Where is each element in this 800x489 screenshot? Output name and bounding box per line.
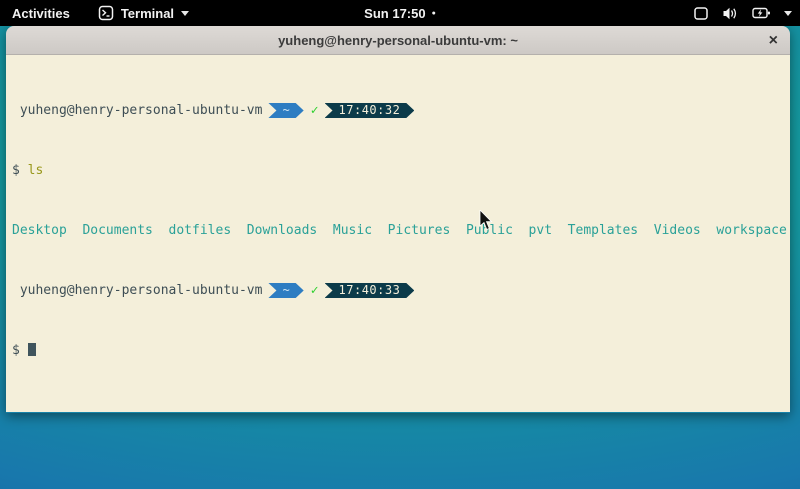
terminal-app-icon: [98, 5, 114, 21]
prompt-symbol: $: [12, 163, 28, 178]
prompt-path-segment: ~: [268, 283, 303, 298]
prompt-time-segment: 17:40:33: [325, 283, 415, 298]
prompt-time-segment: 17:40:32: [325, 103, 415, 118]
prompt-path-segment: ~: [268, 103, 303, 118]
directory-name: dotfiles: [169, 223, 232, 238]
battery-charging-icon: [752, 6, 771, 20]
prompt-line: yuheng@henry-personal-ubuntu-vm ~ ✓ 17:4…: [12, 103, 790, 118]
clock-menu[interactable]: Sun 17:50 ●: [364, 6, 436, 21]
directory-name: Desktop: [12, 223, 67, 238]
app-menu-label: Terminal: [121, 6, 174, 21]
command-line-current: $: [12, 343, 790, 358]
prompt-user: yuheng@henry-personal-ubuntu-vm: [12, 283, 262, 298]
directory-name: pvt: [529, 223, 552, 238]
prompt-symbol: $: [12, 343, 20, 358]
terminal-content[interactable]: yuheng@henry-personal-ubuntu-vm ~ ✓ 17:4…: [6, 55, 790, 412]
display-icon: [693, 6, 709, 21]
directory-name: Videos: [654, 223, 701, 238]
directory-name: Pictures: [388, 223, 451, 238]
chevron-down-icon: [784, 11, 792, 16]
window-title: yuheng@henry-personal-ubuntu-vm: ~: [278, 33, 518, 48]
check-icon: ✓: [311, 103, 319, 118]
terminal-window: yuheng@henry-personal-ubuntu-vm: ~ × yuh…: [6, 26, 790, 413]
app-menu-terminal[interactable]: Terminal: [98, 5, 189, 21]
close-icon[interactable]: ×: [769, 26, 778, 55]
system-tray-menu[interactable]: [693, 6, 792, 21]
volume-icon: [722, 6, 739, 21]
check-icon: ✓: [311, 283, 319, 298]
command-text: ls: [28, 163, 44, 178]
activities-button[interactable]: Activities: [12, 6, 70, 21]
window-titlebar[interactable]: yuheng@henry-personal-ubuntu-vm: ~ ×: [6, 26, 790, 55]
terminal-cursor: [28, 343, 36, 356]
prompt-line: yuheng@henry-personal-ubuntu-vm ~ ✓ 17:4…: [12, 283, 790, 298]
top-bar: Activities Terminal Sun 17:50 ●: [0, 0, 800, 26]
directory-name: Music: [333, 223, 372, 238]
command-line: $ ls: [12, 163, 790, 178]
directory-name: Downloads: [247, 223, 317, 238]
chevron-down-icon: [181, 11, 189, 16]
prompt-user: yuheng@henry-personal-ubuntu-vm: [12, 103, 262, 118]
notification-dot-icon: ●: [432, 10, 436, 17]
ls-output: Desktop Documents dotfiles Downloads Music Pi…: [12, 223, 790, 238]
directory-name: workspace: [716, 223, 786, 238]
clock-label: Sun 17:50: [364, 6, 425, 21]
mouse-cursor-icon: [479, 210, 493, 236]
directory-name: Templates: [568, 223, 638, 238]
directory-name: Documents: [82, 223, 152, 238]
